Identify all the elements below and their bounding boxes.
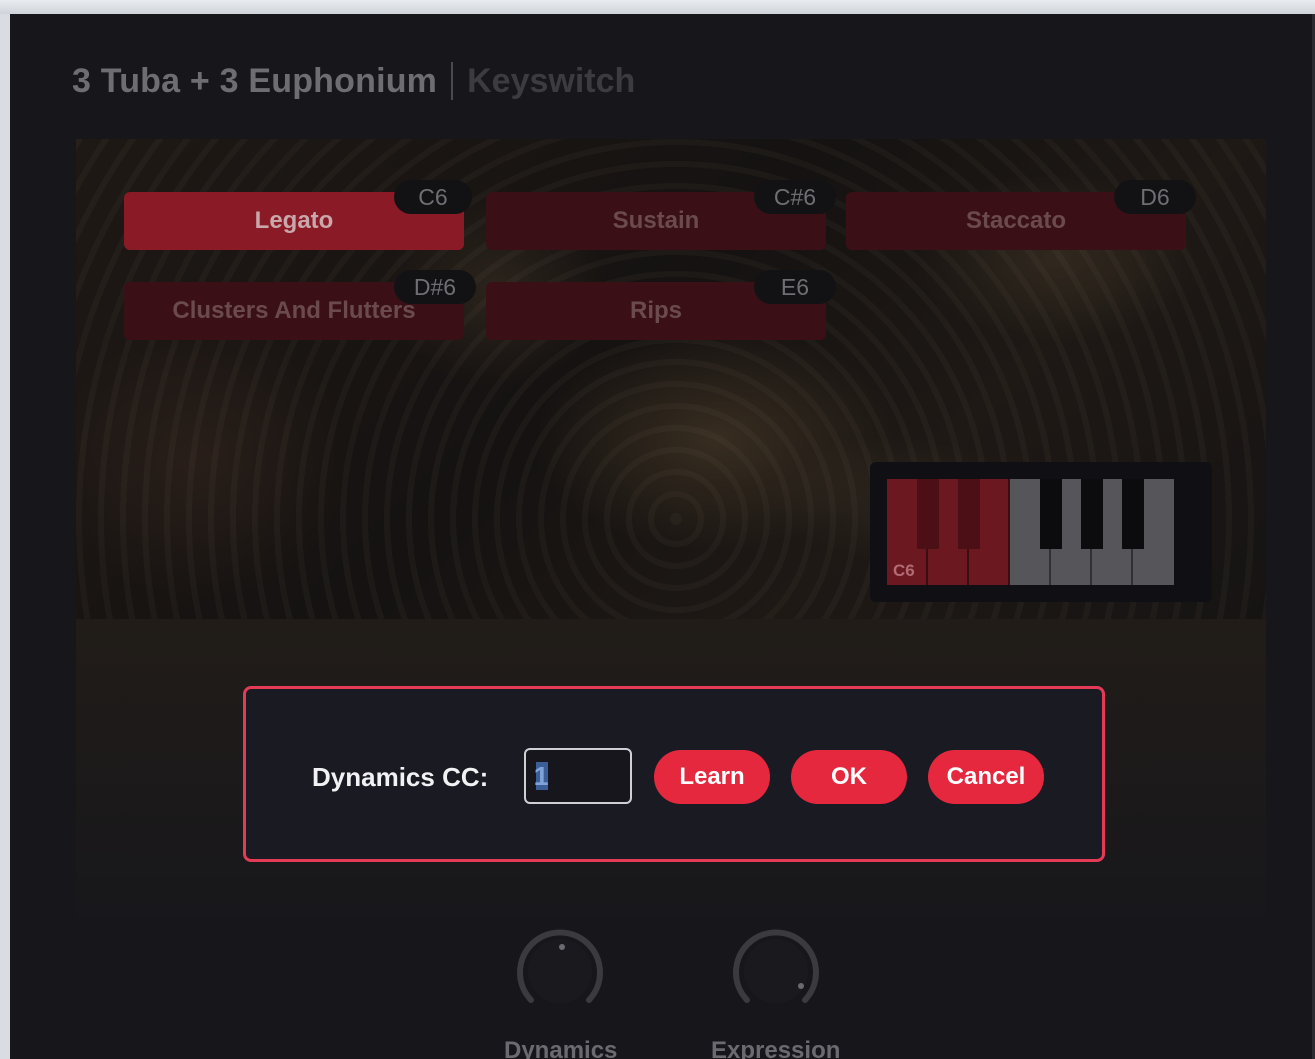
dynamics-knob-label: Dynamics: [504, 1037, 618, 1059]
note-tag-c6: C6: [394, 180, 472, 214]
note-tag-d6: D6: [1114, 180, 1196, 214]
title-divider: [451, 62, 454, 100]
black-key-dsharp6[interactable]: [958, 479, 980, 549]
page-title: Keyswitch: [467, 61, 636, 100]
expression-knob-label: Expression: [711, 1037, 841, 1059]
text-selection-caret: [536, 762, 548, 790]
note-tag-label: C6: [418, 183, 448, 210]
keyswitch-label: Clusters And Flutters: [172, 297, 416, 324]
black-key-csharp6[interactable]: [917, 479, 939, 549]
note-tag-label: D6: [1140, 183, 1170, 210]
window-top-strip: [0, 0, 1315, 14]
keyswitch-label: Legato: [254, 207, 334, 234]
black-key-fsharp6[interactable]: [1040, 479, 1062, 549]
dynamics-cc-label: Dynamics CC:: [312, 762, 489, 792]
instrument-image-panel: Legato C6 Sustain C#6 Staccato D6 Cluste…: [76, 139, 1266, 619]
dynamics-knob-dial: [517, 929, 603, 1003]
ok-button[interactable]: OK: [791, 750, 907, 804]
ok-button-label: OK: [831, 763, 867, 790]
keyswitch-label: Rips: [629, 297, 682, 324]
plugin-window: 3 Tuba + 3 Euphonium Keyswitch Legato C6…: [10, 14, 1315, 1059]
cancel-button[interactable]: Cancel: [928, 750, 1044, 804]
title-bar: 3 Tuba + 3 Euphonium Keyswitch: [72, 58, 635, 104]
expression-knob[interactable]: [729, 924, 823, 1018]
note-tag-dsharp6: D#6: [394, 270, 476, 304]
instrument-title: 3 Tuba + 3 Euphonium: [72, 61, 438, 100]
note-tag-e6: E6: [754, 270, 836, 304]
expression-knob-dial: [733, 929, 819, 1003]
dynamics-knob[interactable]: [513, 924, 607, 1018]
cancel-button-label: Cancel: [946, 763, 1026, 790]
note-tag-csharp6: C#6: [754, 180, 836, 214]
key-label: C6: [893, 561, 915, 580]
note-tag-label: D#6: [413, 273, 457, 300]
learn-button-label: Learn: [679, 763, 745, 790]
note-tag-label: E6: [780, 273, 810, 300]
note-tag-label: C#6: [773, 183, 817, 210]
keyswitch-label: Sustain: [612, 207, 700, 234]
learn-button[interactable]: Learn: [654, 750, 770, 804]
black-key-asharp6[interactable]: [1122, 479, 1144, 549]
black-key-gsharp6[interactable]: [1081, 479, 1103, 549]
dynamics-cc-dialog: Dynamics CC: Learn OK Cancel: [243, 686, 1105, 862]
keyswitch-keyboard: C6: [870, 462, 1212, 602]
keyswitch-label: Staccato: [965, 207, 1067, 234]
